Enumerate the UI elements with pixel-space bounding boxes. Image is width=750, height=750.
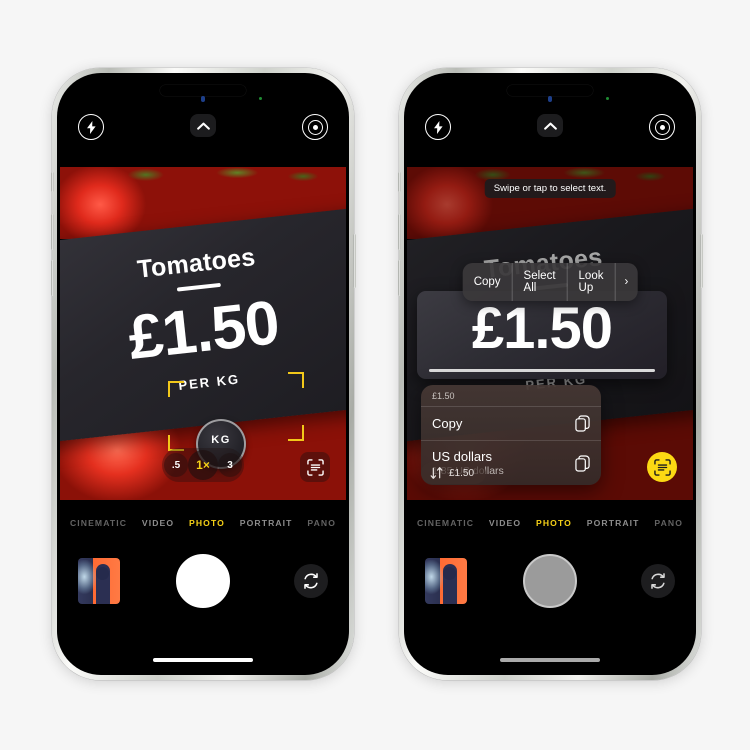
thumbnail-head [443,567,456,580]
phone-bezel-right: Tomatoes £1.50 PER KG Swipe or tap to se… [404,73,696,675]
magnifier-text: £1.50 [471,296,613,361]
zoom-option-0.5[interactable]: .5 [164,453,188,477]
edit-menu-look-up[interactable]: Look Up [568,263,616,301]
live-text-scan-icon[interactable] [300,452,330,482]
edit-menu-more-chevron-right-icon[interactable]: › [615,263,637,301]
screen-right: Tomatoes £1.50 PER KG Swipe or tap to se… [407,76,693,672]
currency-conversion-pill[interactable]: £1.50 [421,462,487,484]
context-menu-item-copy[interactable]: Copy [421,407,601,441]
zoom-option-3x[interactable]: 3 [218,453,242,477]
select-text-tooltip: Swipe or tap to select text. [484,179,616,198]
phone-bezel-left: Tomatoes £1.50 PER KG KG .5 1× 3 CINEMAT… [57,73,349,675]
flash-icon[interactable] [425,114,451,140]
camera-active-indicator [259,97,262,100]
live-photo-icon[interactable] [302,114,328,140]
camera-flip-icon[interactable] [641,564,675,598]
mute-switch[interactable] [397,172,401,192]
flash-icon[interactable] [78,114,104,140]
power-button[interactable] [352,234,356,288]
copy-icon [575,415,590,432]
text-magnifier-large: £1.50 [417,291,667,379]
photo-library-thumbnail[interactable] [78,558,120,604]
edit-menu-copy[interactable]: Copy [463,263,513,301]
loupe-text: KG [211,434,231,446]
camera-active-indicator [606,97,609,100]
mute-switch[interactable] [50,172,54,192]
camera-mode-selector-right[interactable]: CINEMATIC VIDEO PHOTO PORTRAIT PANO [407,512,693,534]
live-text-bracket-top-left [168,381,184,397]
mode-cinematic[interactable]: CINEMATIC [70,518,127,528]
camera-top-controls-left [60,114,346,150]
price-sign: Tomatoes £1.50 PER KG [60,206,346,444]
mode-portrait[interactable]: PORTRAIT [240,518,293,528]
mode-photo[interactable]: PHOTO [536,518,572,528]
mode-photo[interactable]: PHOTO [189,518,225,528]
convert-arrows-icon [430,466,443,480]
zoom-option-1x[interactable]: 1× [188,450,218,480]
mode-video[interactable]: VIDEO [142,518,174,528]
camera-top-controls-right [407,114,693,150]
mode-portrait[interactable]: PORTRAIT [587,518,640,528]
live-photo-icon[interactable] [649,114,675,140]
home-indicator[interactable] [153,658,253,662]
camera-flip-icon[interactable] [294,564,328,598]
home-indicator[interactable] [500,658,600,662]
camera-mode-selector-left[interactable]: CINEMATIC VIDEO PHOTO PORTRAIT PANO [60,512,346,534]
volume-down-button[interactable] [50,260,54,296]
context-menu-header: £1.50 [421,385,601,407]
conversion-pill-label: £1.50 [449,467,475,479]
sign-divider [176,282,221,292]
live-text-bracket-bottom-right [288,425,304,441]
shutter-button[interactable] [523,554,577,608]
front-camera-sensor [548,96,552,102]
phone-right: Tomatoes £1.50 PER KG Swipe or tap to se… [397,68,703,680]
volume-up-button[interactable] [50,214,54,250]
volume-down-button[interactable] [397,260,401,296]
selection-underline [429,369,655,372]
copy-icon [575,454,590,472]
zoom-control-left: .5 1× 3 [162,448,244,482]
dynamic-island [160,85,246,96]
mode-pano[interactable]: PANO [307,518,336,528]
live-text-bracket-top-right [288,372,304,388]
chevron-up-icon[interactable] [190,114,216,137]
live-text-scan-icon[interactable] [647,452,677,482]
camera-viewfinder-left[interactable]: Tomatoes £1.50 PER KG KG .5 1× 3 [60,167,346,500]
screenshot-stage: Tomatoes £1.50 PER KG KG .5 1× 3 CINEMAT… [0,0,750,750]
power-button[interactable] [699,234,703,288]
camera-shutter-row-left [60,546,346,616]
mode-cinematic[interactable]: CINEMATIC [417,518,474,528]
dynamic-island [507,85,593,96]
mode-video[interactable]: VIDEO [489,518,521,528]
camera-viewfinder-right[interactable]: Tomatoes £1.50 PER KG Swipe or tap to se… [407,167,693,500]
camera-shutter-row-right [407,546,693,616]
shutter-button[interactable] [176,554,230,608]
edit-menu-select-all[interactable]: Select All [513,263,568,301]
screen-left: Tomatoes £1.50 PER KG KG .5 1× 3 CINEMAT… [60,76,346,672]
front-camera-sensor [201,96,205,102]
text-edit-menu[interactable]: Copy Select All Look Up › [462,263,638,301]
tomato-stems [60,167,346,193]
chevron-up-icon[interactable] [537,114,563,137]
phone-left: Tomatoes £1.50 PER KG KG .5 1× 3 CINEMAT… [50,68,356,680]
volume-up-button[interactable] [397,214,401,250]
mode-pano[interactable]: PANO [654,518,683,528]
photo-library-thumbnail[interactable] [425,558,467,604]
thumbnail-head [96,567,109,580]
context-item-title: Copy [432,416,463,431]
